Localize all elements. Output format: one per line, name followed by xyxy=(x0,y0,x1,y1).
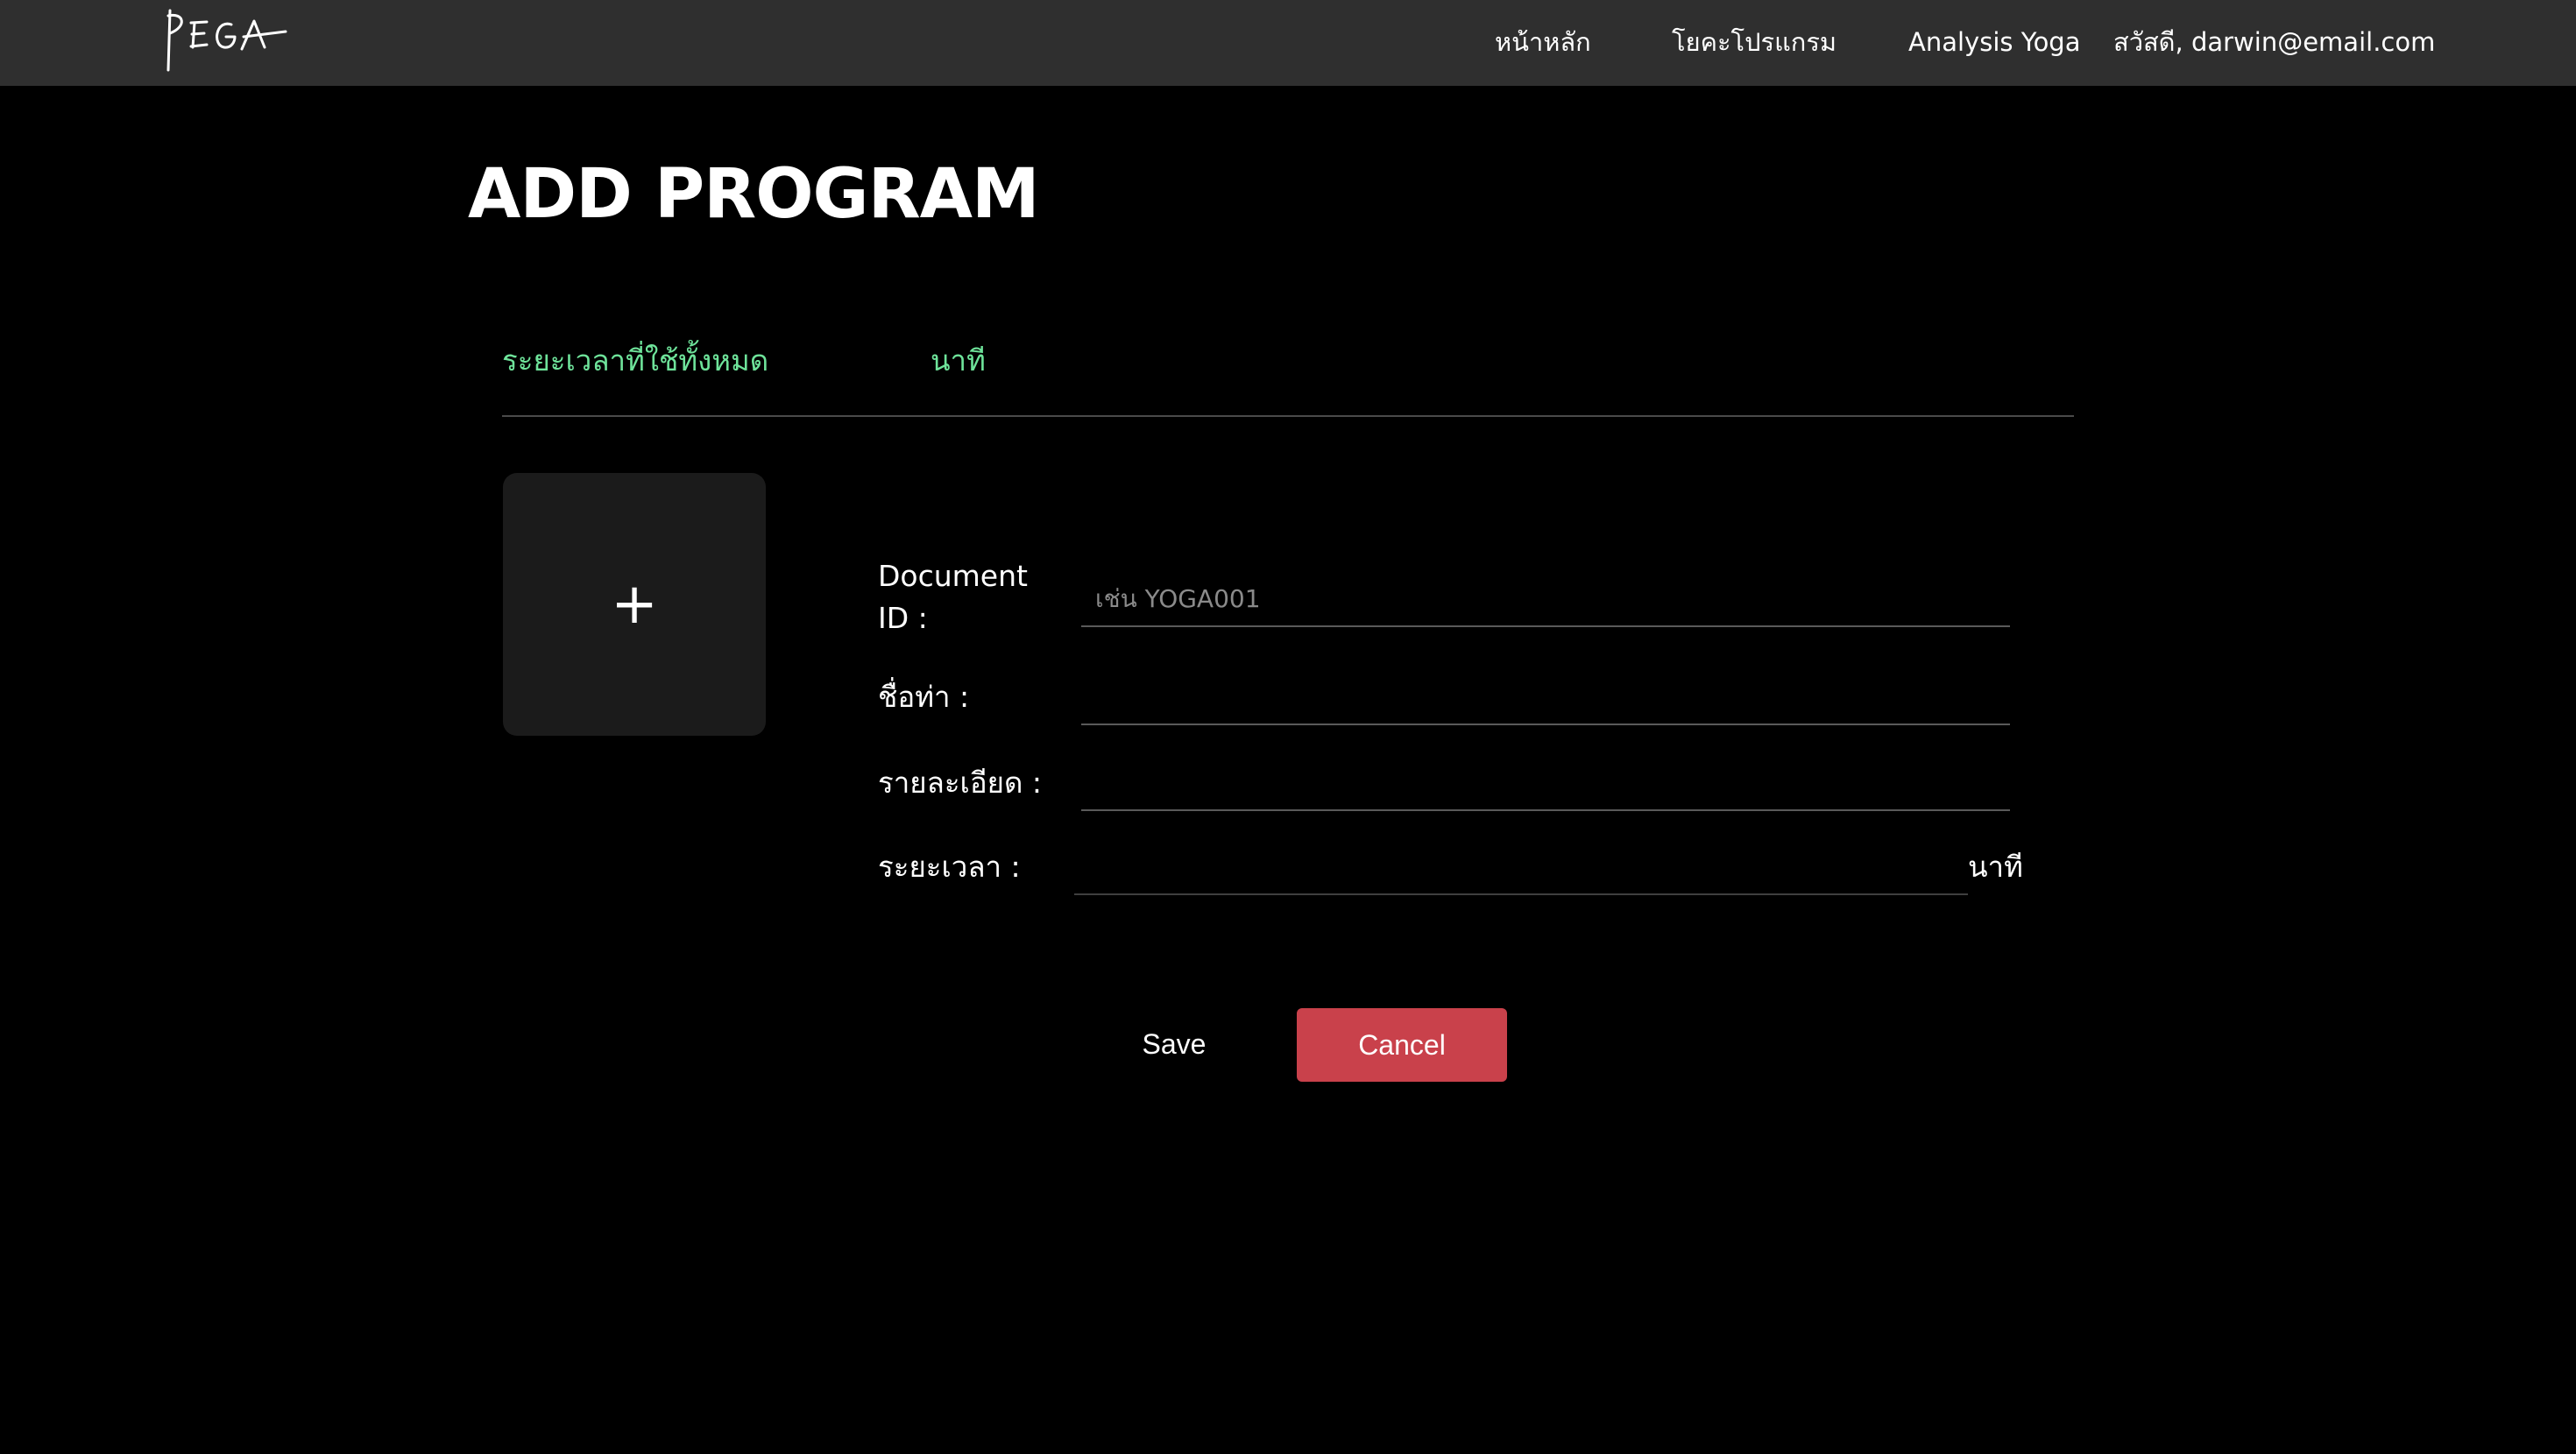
save-button[interactable]: Save xyxy=(1115,1007,1234,1081)
duration-label: ระยะเวลา : xyxy=(878,850,1021,884)
top-navbar: หน้าหลัก โยคะโปรแกรม Analysis Yoga สวัสด… xyxy=(0,0,2576,86)
add-program-page: หน้าหลัก โยคะโปรแกรม Analysis Yoga สวัสด… xyxy=(0,0,2576,1454)
image-upload-button[interactable]: + xyxy=(503,473,766,736)
document-id-input[interactable] xyxy=(1081,571,2010,627)
detail-input[interactable] xyxy=(1081,755,2010,811)
plus-icon: + xyxy=(611,572,658,637)
nav-yoga-programs-link[interactable]: โยคะโปรแกรม xyxy=(1672,25,1836,60)
nav-home-link[interactable]: หน้าหลัก xyxy=(1495,25,1591,60)
user-greeting[interactable]: สวัสดี, darwin@email.com xyxy=(2113,25,2435,60)
pose-name-input[interactable] xyxy=(1081,669,2010,725)
cancel-button[interactable]: Cancel xyxy=(1297,1008,1507,1082)
duration-input[interactable] xyxy=(1074,839,1968,895)
document-id-label: Document ID : xyxy=(878,559,1028,635)
nav-analysis-yoga-link[interactable]: Analysis Yoga xyxy=(1908,25,2081,60)
page-title: ADD PROGRAM xyxy=(468,155,1040,234)
pega-logo[interactable] xyxy=(165,7,287,74)
duration-unit: นาที xyxy=(1968,850,2023,884)
total-duration-unit: นาที xyxy=(931,343,986,378)
section-divider xyxy=(502,415,2074,417)
pose-name-label: ชื่อท่า : xyxy=(878,680,970,714)
total-duration-label: ระยะเวลาที่ใช้ทั้งหมด xyxy=(502,343,769,378)
detail-label: รายละเอียด : xyxy=(878,766,1043,800)
